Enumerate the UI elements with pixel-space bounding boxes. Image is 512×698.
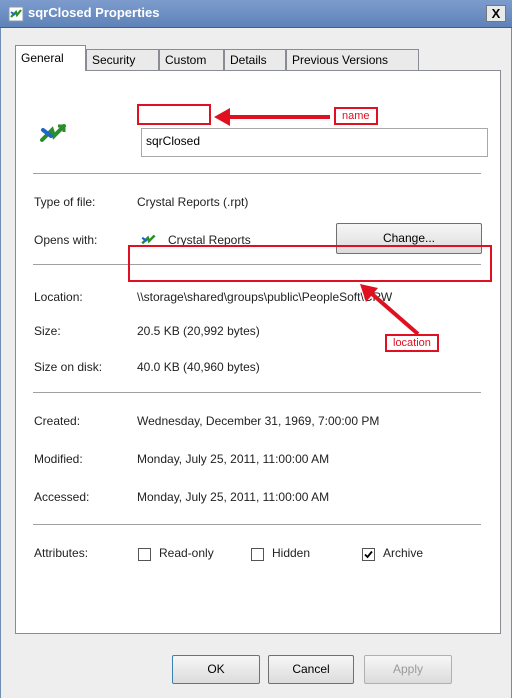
divider [33, 392, 481, 393]
location-arrow [360, 284, 420, 336]
hidden-label: Hidden [272, 546, 311, 560]
created-value: Wednesday, December 31, 1969, 7:00:00 PM [137, 414, 380, 428]
readonly-label: Read-only [159, 546, 214, 560]
title-bar: sqrClosed Properties X [0, 0, 512, 28]
file-name-value: sqrClosed [146, 134, 201, 148]
tab-security[interactable]: Security [86, 49, 159, 70]
tab-previous-versions[interactable]: Previous Versions [286, 49, 419, 70]
type-of-file-label: Type of file: [34, 195, 96, 209]
general-panel: sqrClosed Type of file: Crystal Reports … [15, 70, 501, 634]
location-value: \\storage\shared\groups\public\PeopleSof… [137, 290, 393, 304]
modified-value: Monday, July 25, 2011, 11:00:00 AM [137, 452, 330, 466]
accessed-value: Monday, July 25, 2011, 11:00:00 AM [137, 490, 330, 504]
tab-general[interactable]: General [15, 45, 86, 71]
readonly-checkbox[interactable] [138, 548, 151, 561]
name-highlight-box [137, 104, 211, 125]
divider [33, 524, 481, 525]
archive-checkbox[interactable] [362, 548, 375, 561]
ok-button[interactable]: OK [172, 655, 260, 684]
size-value: 20.5 KB (20,992 bytes) [137, 324, 260, 338]
tab-custom[interactable]: Custom [159, 49, 224, 70]
window-title: sqrClosed Properties [28, 5, 160, 20]
name-annotation: name [334, 107, 378, 125]
size-on-disk-label: Size on disk: [34, 360, 103, 374]
type-of-file-value: Crystal Reports (.rpt) [137, 195, 249, 209]
opens-with-label: Opens with: [34, 233, 98, 247]
cancel-button[interactable]: Cancel [268, 655, 354, 684]
close-button[interactable]: X [486, 5, 506, 22]
tab-details[interactable]: Details [224, 49, 286, 70]
file-type-icon [40, 124, 66, 142]
size-on-disk-value: 40.0 KB (40,960 bytes) [137, 360, 260, 374]
name-arrow [214, 108, 330, 126]
location-annotation: location [385, 334, 439, 352]
file-name-input[interactable]: sqrClosed [141, 128, 488, 157]
location-label: Location: [34, 290, 83, 304]
divider [33, 173, 481, 174]
attributes-label: Attributes: [34, 546, 89, 560]
hidden-checkbox[interactable] [251, 548, 264, 561]
created-label: Created: [34, 414, 81, 428]
modified-label: Modified: [34, 452, 83, 466]
size-label: Size: [34, 324, 61, 338]
location-highlight-box [128, 245, 492, 282]
accessed-label: Accessed: [34, 490, 90, 504]
crystal-reports-file-icon [8, 6, 24, 22]
checkmark-icon [364, 550, 373, 559]
archive-label: Archive [383, 546, 424, 560]
apply-button[interactable]: Apply [364, 655, 452, 684]
